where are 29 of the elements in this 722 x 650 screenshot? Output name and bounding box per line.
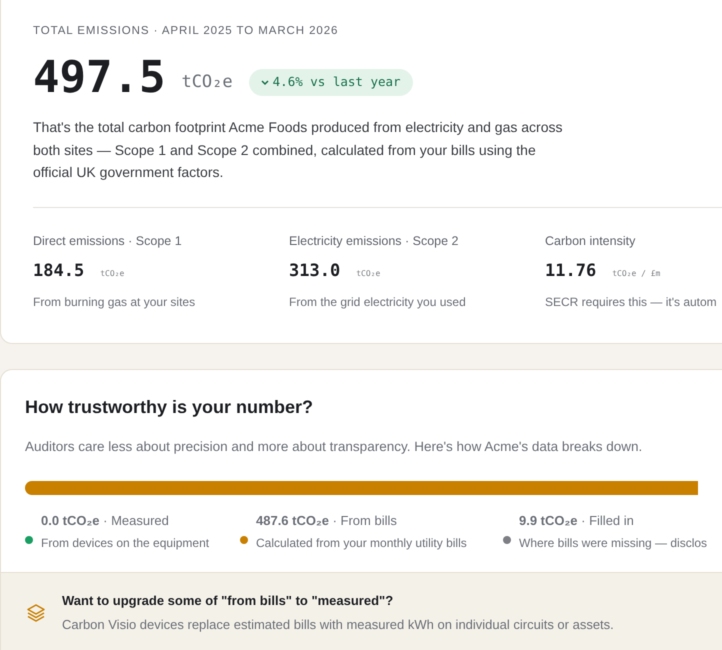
layers-icon [26, 602, 46, 623]
metric-value: 11.76 [545, 260, 596, 284]
metric-unit: tCO₂e [356, 268, 380, 280]
metric-label: Direct emissions · Scope 1 [33, 233, 183, 250]
legend-note: Calculated from your monthly utility bills [256, 535, 467, 552]
metric-note: From burning gas at your sites [33, 294, 196, 311]
section-title: How trustworthy is your number? [25, 396, 314, 419]
metric-note: SECR requires this — it's autom [545, 294, 717, 311]
legend-heading: 0.0 tCO₂e · Measured [41, 512, 170, 530]
metric-value: 313.0 [289, 260, 340, 284]
metric-unit: tCO₂e / £m [612, 268, 660, 280]
chevron-icon [260, 78, 269, 86]
period-heading: TOTAL EMISSIONS · APRIL 2025 TO MARCH 2026 [33, 24, 340, 39]
section-subtitle: Auditors care less about precision and more about transparency. Here's how Acme's data breaks down. [25, 438, 644, 456]
unit-label: tCO₂e [181, 70, 233, 94]
change-badge: 4.6% vs last year [248, 68, 413, 96]
total-value: 497.5 [33, 56, 166, 100]
description: That's the total carbon footprint Acme Foods produced from electricity and gas across both sites — Scope 1 and Scope 2 combined, calculated from your bills using the official UK government factors. [33, 118, 564, 182]
metric-value: 184.5 [33, 260, 84, 284]
legend-heading: 9.9 tCO₂e · Filled in [519, 512, 635, 530]
legend-note: From devices on the equipment [41, 535, 210, 552]
metric-label: Electricity emissions · Scope 2 [289, 233, 460, 250]
legend-heading: 487.6 tCO₂e · From bills [256, 512, 398, 530]
metric-label: Carbon intensity [545, 233, 636, 250]
metric-unit: tCO₂e [100, 268, 124, 280]
upgrade-title: Want to upgrade some of "from bills" to "measured"? [62, 592, 394, 610]
upgrade-text: Carbon Visio devices replace estimated bills with measured kWh on individual circuits or assets. [62, 616, 614, 634]
metric-note: From the grid electricity you used [289, 294, 467, 311]
legend-note: Where bills were missing — disclos [519, 535, 708, 552]
